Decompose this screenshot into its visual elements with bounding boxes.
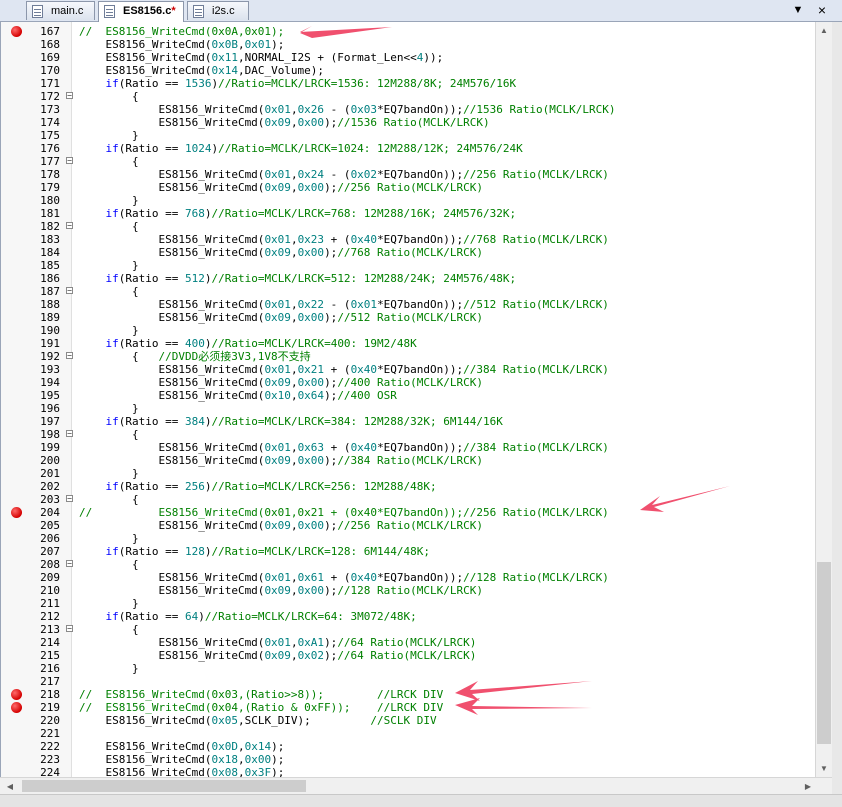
arrow-line-204	[640, 486, 730, 512]
vertical-scrollbar[interactable]: ▲ ▼	[815, 22, 832, 777]
window-edge	[832, 22, 842, 794]
vertical-scroll-thumb[interactable]	[817, 562, 831, 744]
arrow-line-219	[455, 698, 592, 715]
arrow-line-218	[455, 681, 592, 701]
arrow-line-167	[300, 26, 392, 38]
status-strip	[0, 794, 842, 807]
scroll-right-icon[interactable]: ▶	[800, 778, 816, 795]
horizontal-scroll-thumb[interactable]	[22, 780, 306, 792]
scroll-left-icon[interactable]: ◀	[2, 778, 18, 795]
scroll-down-icon[interactable]: ▼	[816, 760, 832, 777]
horizontal-scrollbar[interactable]: ◀ ▶	[0, 777, 832, 794]
scroll-up-icon[interactable]: ▲	[816, 22, 832, 39]
annotation-arrows	[300, 26, 730, 715]
